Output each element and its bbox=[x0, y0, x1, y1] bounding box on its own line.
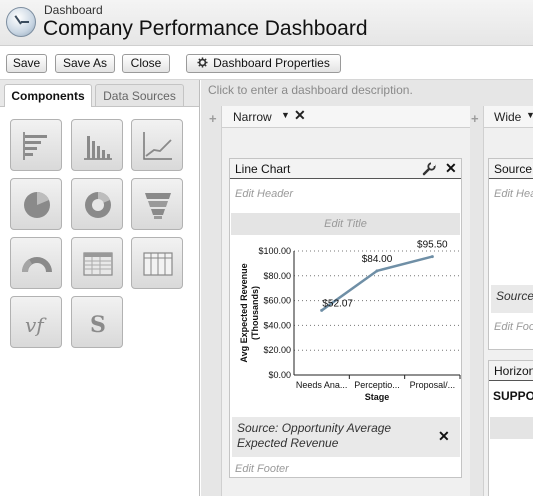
formula-component[interactable]: vf bbox=[10, 296, 62, 348]
visualforce-page-component[interactable] bbox=[131, 237, 183, 289]
page-title: Company Performance Dashboard bbox=[43, 17, 368, 40]
widget-heading: SUPPO bbox=[493, 389, 533, 403]
source-widget[interactable]: Source Edit Hea Source Edit Foo bbox=[488, 158, 533, 350]
line-chart-icon bbox=[143, 132, 172, 160]
pie-chart-component[interactable] bbox=[10, 178, 62, 230]
funnel-chart-component[interactable] bbox=[131, 178, 183, 230]
close-button[interactable]: Close bbox=[122, 54, 170, 73]
widget-title-bar[interactable]: Horizon bbox=[489, 361, 533, 381]
line-chart-component[interactable] bbox=[131, 119, 183, 171]
tab-data-sources[interactable]: Data Sources bbox=[95, 84, 184, 106]
app-header: Dashboard Company Performance Dashboard bbox=[0, 0, 533, 46]
edit-header[interactable]: Edit Hea bbox=[494, 188, 533, 200]
visualforce-page-icon bbox=[143, 252, 173, 276]
horizontal-bar-chart-icon bbox=[23, 132, 47, 160]
x-axis-title: Stage bbox=[365, 392, 390, 402]
column-width-select[interactable]: Narrow bbox=[233, 110, 272, 124]
line-chart-widget[interactable]: Line Chart ✕ Edit Header Edit Title $100… bbox=[229, 158, 462, 478]
column-wide: Source Edit Hea Source Edit Foo Horizon … bbox=[484, 128, 533, 496]
horizontal-chart-widget[interactable]: Horizon SUPPO bbox=[488, 360, 533, 496]
s-control-component[interactable]: S bbox=[71, 296, 123, 348]
remove-column-icon[interactable]: ✕ bbox=[294, 107, 306, 124]
data-label: $84.00 bbox=[362, 254, 393, 265]
column-header-wide: Wide ▼ bbox=[484, 106, 533, 128]
y-tick-label: $80.00 bbox=[263, 271, 291, 281]
svg-text:vf: vf bbox=[25, 313, 47, 337]
components-grid: vf S bbox=[0, 106, 199, 496]
components-panel: Components Data Sources vf S bbox=[0, 80, 200, 496]
widget-title: Source bbox=[494, 162, 533, 176]
edit-title[interactable] bbox=[490, 417, 533, 439]
dashboard-properties-button[interactable]: Dashboard Properties bbox=[186, 54, 341, 73]
table-icon bbox=[83, 252, 113, 276]
horizontal-bar-chart-component[interactable] bbox=[10, 119, 62, 171]
y-tick-label: $100.00 bbox=[258, 246, 291, 256]
gauge-chart-component[interactable] bbox=[10, 237, 62, 289]
table-component[interactable] bbox=[71, 237, 123, 289]
y-tick-label: $60.00 bbox=[263, 296, 291, 306]
data-label: $52.07 bbox=[322, 298, 353, 309]
gauge-chart-icon bbox=[21, 257, 52, 272]
edit-footer[interactable]: Edit Footer bbox=[235, 463, 289, 475]
source-label: Source bbox=[496, 289, 533, 303]
y-axis-title-line: (Thousands) bbox=[250, 286, 260, 340]
y-axis-title-line: Avg Expected Revenue bbox=[239, 263, 249, 362]
y-axis-title: Avg Expected Revenue(Thousands) bbox=[239, 263, 260, 362]
wrench-icon[interactable] bbox=[422, 162, 436, 176]
data-point bbox=[375, 269, 379, 273]
dashboard-description[interactable]: Click to enter a dashboard description. bbox=[208, 83, 413, 97]
column-width-select[interactable]: Wide bbox=[494, 110, 521, 124]
gear-icon bbox=[197, 57, 208, 68]
chevron-down-icon[interactable]: ▼ bbox=[526, 110, 533, 120]
widget-title: Horizon bbox=[494, 364, 533, 378]
vertical-bar-chart-component[interactable] bbox=[71, 119, 123, 171]
y-tick-label: $0.00 bbox=[268, 370, 291, 380]
data-label: $95.50 bbox=[417, 240, 448, 251]
s-control-icon: S bbox=[90, 312, 106, 338]
widget-source-box[interactable]: Source: Opportunity Average Expected Rev… bbox=[232, 417, 460, 457]
chevron-down-icon[interactable]: ▼ bbox=[281, 110, 290, 120]
donut-chart-icon bbox=[85, 192, 111, 218]
y-tick-label: $20.00 bbox=[263, 345, 291, 355]
close-widget-icon[interactable]: ✕ bbox=[445, 160, 457, 177]
edit-header[interactable]: Edit Header bbox=[235, 188, 293, 200]
column-header-narrow: Narrow ▼ ✕ bbox=[222, 106, 470, 128]
widget-title-bar[interactable]: Source bbox=[489, 159, 533, 179]
source-label: Source: Opportunity Average Expected Rev… bbox=[237, 421, 392, 450]
funnel-chart-icon bbox=[145, 193, 171, 219]
data-point bbox=[430, 255, 434, 259]
column-narrow: Line Chart ✕ Edit Header Edit Title $100… bbox=[222, 128, 470, 496]
remove-source-icon[interactable]: ✕ bbox=[438, 428, 450, 445]
edit-footer[interactable]: Edit Foo bbox=[494, 321, 533, 333]
x-tick-label: Perceptio... bbox=[354, 380, 400, 390]
widget-title: Line Chart bbox=[235, 162, 291, 176]
dashboard-canvas: Click to enter a dashboard description. … bbox=[201, 80, 533, 496]
formula-icon: vf bbox=[25, 313, 47, 337]
dashboard-gauge-icon bbox=[6, 7, 36, 37]
pie-chart-icon bbox=[24, 192, 50, 218]
x-tick-label: Needs Ana... bbox=[296, 380, 348, 390]
tab-components[interactable]: Components bbox=[4, 84, 92, 107]
widget-source-box[interactable]: Source bbox=[491, 285, 533, 313]
save-as-button[interactable]: Save As bbox=[55, 54, 115, 73]
save-button[interactable]: Save bbox=[6, 54, 47, 73]
x-tick-label: Proposal/... bbox=[410, 380, 456, 390]
breadcrumb[interactable]: Dashboard bbox=[44, 3, 103, 17]
vertical-bar-chart-icon bbox=[84, 136, 112, 160]
toolbar: Save Save As Close Dashboard Properties bbox=[0, 46, 533, 80]
y-tick-label: $40.00 bbox=[263, 320, 291, 330]
svg-text:S: S bbox=[90, 312, 106, 338]
add-column-icon[interactable]: + bbox=[209, 111, 217, 126]
dashboard-properties-label: Dashboard Properties bbox=[213, 56, 330, 70]
line-chart: $100.00 $80.00 $60.00 $40.00 $20.00 $0.00 Need… bbox=[239, 240, 461, 402]
donut-chart-component[interactable] bbox=[71, 178, 123, 230]
add-column-icon[interactable]: + bbox=[471, 111, 479, 126]
edit-title[interactable]: Edit Title bbox=[231, 213, 460, 235]
